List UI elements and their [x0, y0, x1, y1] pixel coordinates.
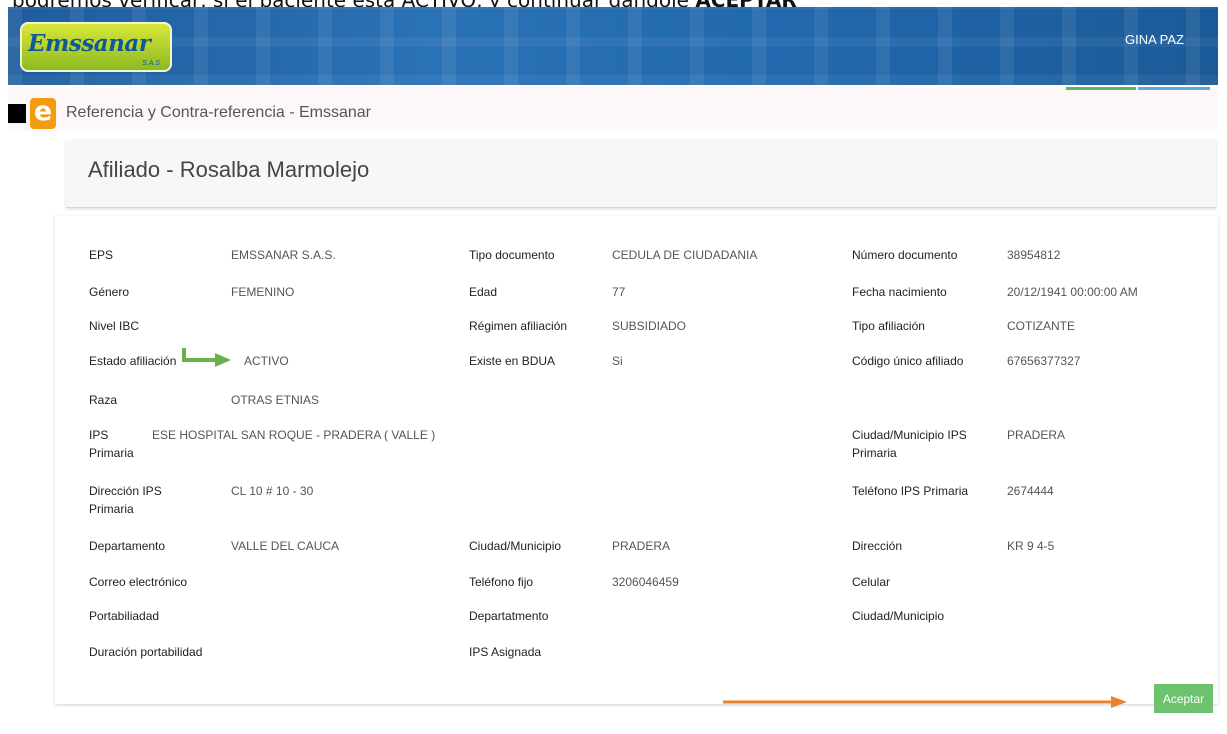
- app-e-icon[interactable]: e: [30, 98, 56, 129]
- codigo-unico-value: 67656377327: [1007, 354, 1081, 368]
- accept-button[interactable]: Aceptar: [1154, 684, 1213, 713]
- direccion-value: KR 9 4-5: [1007, 539, 1055, 553]
- tipo-afiliacion-value: COTIZANTE: [1007, 319, 1075, 333]
- app-tile: [8, 104, 26, 123]
- telefono-ips-label: Teléfono IPS Primaria: [852, 484, 969, 498]
- raza-label: Raza: [89, 393, 118, 407]
- direccion-ips-label-line2: Primaria: [89, 502, 134, 516]
- telefono-fijo-label: Teléfono fijo: [469, 575, 534, 589]
- ciudad-municipio-value: PRADERA: [612, 539, 671, 553]
- celular-label: Celular: [852, 575, 891, 589]
- departamento-value: VALLE DEL CAUCA: [231, 539, 340, 553]
- direccion-ips-value: CL 10 # 10 - 30: [231, 484, 314, 498]
- tipo-afiliacion-label: Tipo afiliación: [852, 319, 925, 333]
- orange-arrow-icon: [723, 696, 1127, 708]
- estado-afiliacion-label: Estado afiliación: [89, 354, 177, 368]
- accent-bar-blue: [1138, 87, 1210, 90]
- ips-asignada-label: IPS Asignada: [469, 645, 542, 659]
- numero-documento-label: Número documento: [852, 248, 958, 262]
- tipo-documento-value: CEDULA DE CIUDADANIA: [612, 248, 758, 262]
- fecha-nacimiento-value: 20/12/1941 00:00:00 AM: [1007, 285, 1138, 299]
- accent-bar-green: [1066, 87, 1136, 90]
- ciudad-ips-label-line2: Primaria: [852, 446, 897, 460]
- direccion-ips-label-line1: Dirección IPS: [89, 484, 162, 498]
- logo-text: Emssanar: [28, 30, 151, 57]
- ciudad-municipio-label: Ciudad/Municipio: [469, 539, 562, 553]
- emssanar-logo[interactable]: Emssanar S.A.S: [20, 22, 172, 72]
- telefono-fijo-value: 3206046459: [612, 575, 679, 589]
- ciudad-municipio-portabilidad-label: Ciudad/Municipio: [852, 609, 945, 623]
- app-title-bar: e Referencia y Contra-referencia - Emssa…: [8, 87, 1218, 131]
- fecha-nacimiento-label: Fecha nacimiento: [852, 285, 947, 299]
- estado-afiliacion-value: ACTIVO: [244, 354, 289, 368]
- genero-label: Género: [89, 285, 130, 299]
- user-name-menu[interactable]: GINA PAZ: [1125, 32, 1184, 47]
- telefono-ips-value: 2674444: [1007, 484, 1054, 498]
- regimen-afiliacion-label: Régimen afiliación: [469, 319, 568, 333]
- top-header: Emssanar S.A.S GINA PAZ: [8, 7, 1218, 85]
- genero-value: FEMENINO: [231, 285, 295, 299]
- direccion-label: Dirección: [852, 539, 903, 553]
- tipo-documento-label: Tipo documento: [469, 248, 555, 262]
- card-title: Afiliado - Rosalba Marmolejo: [88, 157, 370, 182]
- logo-subtext: S.A.S: [142, 60, 160, 67]
- app-title: Referencia y Contra-referencia - Emssana…: [66, 104, 372, 121]
- duracion-portabilidad-label: Duración portabilidad: [89, 645, 203, 659]
- ips-primaria-value: ESE HOSPITAL SAN ROQUE - PRADERA ( VALLE…: [152, 428, 436, 442]
- ciudad-ips-label-line1: Ciudad/Municipio IPS: [852, 428, 967, 442]
- numero-documento-value: 38954812: [1007, 248, 1061, 262]
- existe-bdua-label: Existe en BDUA: [469, 354, 556, 368]
- correo-label: Correo electrónico: [89, 575, 188, 589]
- existe-bdua-value: Si: [612, 354, 623, 368]
- green-arrow-icon: [182, 348, 231, 367]
- eps-label: EPS: [89, 248, 114, 262]
- departamento-label: Departamento: [89, 539, 166, 553]
- codigo-unico-label: Código único afiliado: [852, 354, 964, 368]
- edad-label: Edad: [469, 285, 498, 299]
- ciudad-ips-value: PRADERA: [1007, 428, 1066, 442]
- raza-value: OTRAS ETNIAS: [231, 393, 320, 407]
- portabilidad-label: Portabiliadad: [89, 609, 160, 623]
- eps-value: EMSSANAR S.A.S.: [231, 248, 336, 262]
- affiliate-card-header: Afiliado - Rosalba Marmolejo: [66, 140, 1216, 208]
- nivel-ibc-label: Nivel IBC: [89, 319, 140, 333]
- ips-primaria-label-line2: Primaria: [89, 446, 134, 460]
- ips-primaria-label-line1: IPS: [89, 428, 109, 442]
- regimen-afiliacion-value: SUBSIDIADO: [612, 319, 687, 333]
- departamento-portabilidad-label: Departatmento: [469, 609, 549, 623]
- edad-value: 77: [612, 285, 626, 299]
